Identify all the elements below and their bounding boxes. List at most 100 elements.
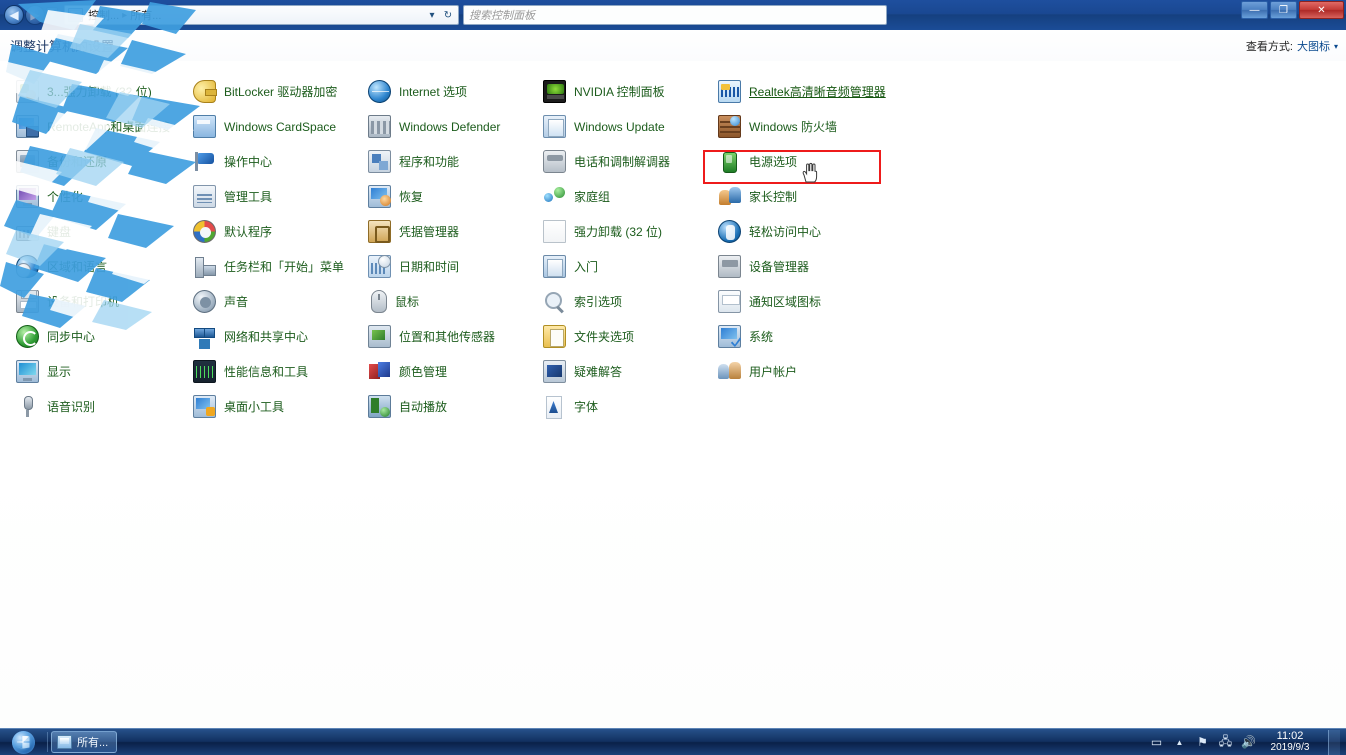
item-admin-tools[interactable]: 管理工具 — [185, 179, 360, 214]
windows-start-orb-icon — [11, 730, 35, 754]
item-label: 区域和语言 — [47, 260, 108, 274]
item-region-language[interactable]: 区域和语言 — [8, 249, 185, 284]
item-ease-of-access[interactable]: 轻松访问中心 — [710, 214, 886, 249]
item-homegroup[interactable]: 家庭组 — [535, 179, 710, 214]
item-sync-center[interactable]: 同步中心 — [8, 319, 185, 354]
fonts-icon — [543, 395, 566, 419]
maximize-button[interactable]: ❐ — [1270, 1, 1297, 19]
control-panel-window: ◀ ▶ ▾ 控制... ▸ 所有... ▾ ↻ 搜索控制面板 — ❐ ✕ 调整计… — [0, 0, 1346, 728]
item-parental-controls[interactable]: 家长控制 — [710, 179, 886, 214]
item-fonts[interactable]: 字体 — [535, 389, 710, 424]
item-speech-recognition[interactable]: 语音识别 — [8, 389, 185, 424]
item-cardspace[interactable]: Windows CardSpace — [185, 109, 360, 144]
item-system[interactable]: 系统 — [710, 319, 886, 354]
item-label: 键盘 — [47, 225, 72, 239]
item-folder-options[interactable]: 文件夹选项 — [535, 319, 710, 354]
close-button[interactable]: ✕ — [1299, 1, 1344, 19]
item-taskbar-startmenu[interactable]: 任务栏和「开始」菜单 — [185, 249, 360, 284]
item-location-sensors[interactable]: 位置和其他传感器 — [360, 319, 535, 354]
item-troubleshooting[interactable]: 疑难解答 — [535, 354, 710, 389]
item-action-center[interactable]: 操作中心 — [185, 144, 360, 179]
item-label: 网络和共享中心 — [224, 330, 309, 344]
item-color-management[interactable]: 颜色管理 — [360, 354, 535, 389]
item-sound[interactable]: 声音 — [185, 284, 360, 319]
item-label: 声音 — [224, 295, 249, 309]
item-programs-features[interactable]: 程序和功能 — [360, 144, 535, 179]
item-display[interactable]: 显示 — [8, 354, 185, 389]
item-autoplay[interactable]: 自动播放 — [360, 389, 535, 424]
item-label: 3...强力卸载 (32 位) — [47, 85, 152, 99]
item-label: 强力卸载 (32 位) — [574, 225, 663, 239]
item-power-options[interactable]: 电源选项 — [710, 144, 886, 179]
item-backup-restore[interactable]: 备份和还原 — [8, 144, 185, 179]
address-bar[interactable]: 控制... ▸ 所有... ▾ ↻ — [64, 5, 459, 25]
view-by-value[interactable]: 大图标 — [1297, 38, 1330, 54]
item-keyboard[interactable]: 键盘 — [8, 214, 185, 249]
item-recovery[interactable]: 恢复 — [360, 179, 535, 214]
phone-modem-icon — [543, 150, 566, 173]
item-internet-options[interactable]: Internet 选项 — [360, 74, 535, 109]
item-windows-defender[interactable]: Windows Defender — [360, 109, 535, 144]
item-indexing-options[interactable]: 索引选项 — [535, 284, 710, 319]
show-desktop-button[interactable] — [1328, 729, 1340, 755]
item-devices-printers[interactable]: 设备和打印机 — [8, 284, 185, 319]
item-date-time[interactable]: 日期和时间 — [360, 249, 535, 284]
network-sharing-icon — [193, 325, 216, 348]
speech-recognition-icon — [16, 395, 39, 418]
item-uninstall-32[interactable]: 3...强力卸载 (32 位) — [8, 74, 185, 109]
item-uninstall-tool[interactable]: 强力卸载 (32 位) — [535, 214, 710, 249]
view-by-control[interactable]: 查看方式: 大图标 ▾ — [1246, 38, 1338, 54]
item-label: 轻松访问中心 — [749, 225, 822, 239]
action-center-flag-icon[interactable]: ⚑ — [1195, 735, 1210, 750]
item-label: 管理工具 — [224, 190, 273, 204]
item-user-accounts[interactable]: 用户帐户 — [710, 354, 886, 389]
item-credential-manager[interactable]: 凭据管理器 — [360, 214, 535, 249]
minimize-button[interactable]: — — [1241, 1, 1268, 19]
item-realtek-audio-manager[interactable]: Realtek高清晰音频管理器 — [710, 74, 886, 109]
desktop-gadgets-icon — [193, 395, 216, 418]
chevron-down-icon[interactable]: ▾ — [1334, 42, 1338, 51]
notification-area-icon — [718, 290, 741, 313]
item-device-manager[interactable]: 设备管理器 — [710, 249, 886, 284]
item-network-sharing[interactable]: 网络和共享中心 — [185, 319, 360, 354]
item-label: Windows Update — [574, 119, 665, 134]
item-nvidia-control-panel[interactable]: NVIDIA 控制面板 — [535, 74, 710, 109]
breadcrumb-current[interactable]: 所有... — [128, 7, 163, 23]
item-label: 鼠标 — [395, 295, 420, 309]
network-icon[interactable]: 🖧 — [1218, 734, 1233, 750]
item-desktop-gadgets[interactable]: 桌面小工具 — [185, 389, 360, 424]
forward-arrow-icon[interactable]: ▶ — [25, 5, 45, 25]
item-remoteapp[interactable]: RemoteApp和桌面连接 — [8, 109, 185, 144]
view-by-label: 查看方式: — [1245, 41, 1293, 53]
ease-of-access-icon — [718, 220, 741, 243]
item-label: 桌面小工具 — [224, 400, 285, 414]
item-getting-started[interactable]: 入门 — [535, 249, 710, 284]
refresh-icon[interactable]: ↻ — [440, 10, 456, 21]
tray-overflow-icon[interactable]: ▲ — [1172, 735, 1187, 750]
item-bitlocker[interactable]: BitLocker 驱动器加密 — [185, 74, 360, 109]
start-button[interactable] — [2, 730, 44, 755]
item-windows-firewall[interactable]: Windows 防火墙 — [710, 109, 886, 144]
volume-icon[interactable]: 🔊 — [1241, 735, 1256, 750]
taskbar-item-control-panel[interactable]: 所有... — [51, 731, 118, 753]
item-phone-modem[interactable]: 电话和调制解调器 — [535, 144, 710, 179]
recent-pages-icon[interactable]: ▾ — [46, 7, 58, 23]
clock[interactable]: 11:02 2019/9/3 — [1264, 730, 1316, 754]
item-performance-info[interactable]: 性能信息和工具 — [185, 354, 360, 389]
item-personalization[interactable]: 个性化 — [8, 179, 185, 214]
item-mouse[interactable]: 鼠标 — [360, 284, 535, 319]
item-label: 电源选项 — [749, 155, 798, 169]
address-dropdown-icon[interactable]: ▾ — [424, 10, 440, 21]
search-input[interactable]: 搜索控制面板 — [463, 5, 887, 25]
programs-features-icon — [368, 150, 391, 173]
items-column-2: BitLocker 驱动器加密 Windows CardSpace 操作中心 管… — [185, 74, 360, 424]
tray-app-icon[interactable]: ▭ — [1149, 735, 1164, 750]
item-default-programs[interactable]: 默认程序 — [185, 214, 360, 249]
item-notification-area-icons[interactable]: 通知区域图标 — [710, 284, 886, 319]
item-label: 文件夹选项 — [574, 330, 635, 344]
breadcrumb-root[interactable]: 控制... — [86, 7, 121, 23]
item-windows-update[interactable]: Windows Update — [535, 109, 710, 144]
mouse-icon — [371, 290, 387, 313]
back-arrow-icon[interactable]: ◀ — [4, 5, 24, 25]
indexing-options-icon — [543, 290, 566, 313]
